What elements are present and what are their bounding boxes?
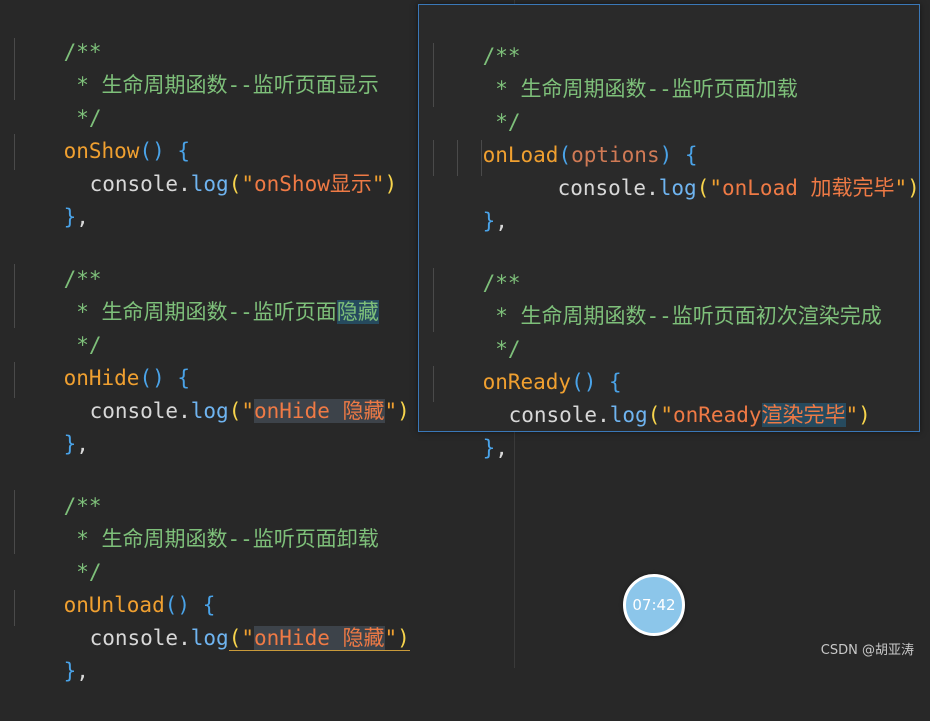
code-line[interactable]: * 生命周期函数--监听页面卸载 bbox=[13, 490, 379, 551]
recording-timer[interactable]: 07:42 bbox=[623, 574, 685, 636]
code-line[interactable]: }, bbox=[432, 399, 508, 460]
call-open: ( bbox=[696, 176, 710, 200]
string-quote: " bbox=[845, 403, 859, 427]
code-line[interactable]: console.log("onReady渲染完毕") bbox=[458, 366, 871, 427]
code-line[interactable]: */ bbox=[13, 296, 101, 357]
log-method: log bbox=[190, 626, 229, 650]
call-close: ) bbox=[858, 403, 871, 427]
dot: . bbox=[178, 399, 191, 423]
doc-comment-text: * 生命周期函数--监听页面显示 bbox=[63, 73, 379, 97]
call-open: ( bbox=[647, 403, 661, 427]
code-line[interactable]: onReady() { bbox=[432, 333, 622, 394]
string-quote: " bbox=[241, 626, 254, 651]
code-line[interactable]: console.log("onLoad 加载完毕") bbox=[507, 139, 920, 200]
dot: . bbox=[646, 176, 659, 200]
close-brace: } bbox=[482, 209, 496, 233]
doc-comment-text: * 生命周期函数--监听页面加载 bbox=[482, 77, 798, 101]
string-quote: " bbox=[384, 626, 398, 651]
console-object: console bbox=[89, 172, 179, 196]
code-line[interactable]: */ bbox=[432, 73, 520, 134]
code-line[interactable]: }, bbox=[13, 395, 89, 456]
close-brace: } bbox=[63, 659, 77, 683]
code-line[interactable]: console.log("onShow显示") bbox=[39, 135, 398, 196]
doc-comment-text: * 生命周期函数--监听页面初次渲染完成 bbox=[482, 304, 882, 328]
call-close: ) bbox=[384, 172, 398, 196]
console-object: console bbox=[89, 626, 179, 650]
comma: , bbox=[76, 432, 89, 456]
comma: , bbox=[495, 209, 508, 233]
code-line[interactable]: /** bbox=[13, 457, 102, 518]
code-line[interactable]: */ bbox=[13, 69, 101, 130]
call-open: ( bbox=[228, 399, 242, 423]
log-method: log bbox=[609, 403, 648, 427]
comma: , bbox=[76, 205, 89, 229]
code-line[interactable]: }, bbox=[13, 168, 89, 229]
code-line[interactable]: /** bbox=[432, 234, 521, 295]
code-line[interactable]: */ bbox=[432, 300, 520, 361]
string-quote: " bbox=[660, 403, 673, 427]
log-method: log bbox=[190, 172, 229, 196]
string-text: onHide 隐藏 bbox=[254, 626, 385, 651]
call-close: ) bbox=[397, 626, 410, 651]
doc-comment-text: * 生命周期函数--监听页面 bbox=[63, 300, 337, 324]
call-close: ) bbox=[397, 399, 410, 423]
dot: . bbox=[178, 172, 191, 196]
comma: , bbox=[76, 659, 89, 683]
code-line[interactable]: onShow() { bbox=[13, 102, 190, 163]
call-open: ( bbox=[228, 626, 242, 651]
close-brace: } bbox=[63, 432, 77, 456]
comma: , bbox=[495, 436, 508, 460]
string-text: onHide 隐藏 bbox=[254, 399, 385, 423]
code-line[interactable]: * 生命周期函数--监听页面初次渲染完成 bbox=[432, 267, 882, 328]
string-text-highlight: 渲染完毕 bbox=[761, 403, 846, 427]
code-line[interactable]: onHide() { bbox=[13, 329, 190, 390]
close-brace: } bbox=[63, 205, 77, 229]
hover-preview-popup[interactable]: /** * 生命周期函数--监听页面加载 */ onLoad(options) … bbox=[418, 4, 920, 460]
string-quote: " bbox=[384, 399, 398, 423]
log-method: log bbox=[658, 176, 697, 200]
code-line[interactable]: console.log("onHide 隐藏") bbox=[39, 589, 410, 651]
code-line[interactable]: * 生命周期函数--监听页面隐藏 bbox=[13, 263, 379, 324]
code-line[interactable]: */ bbox=[13, 523, 101, 584]
string-quote: " bbox=[371, 172, 385, 196]
dot: . bbox=[597, 403, 610, 427]
doc-comment-highlight: 隐藏 bbox=[336, 300, 379, 324]
code-line[interactable]: }, bbox=[13, 622, 89, 683]
console-object: console bbox=[89, 399, 179, 423]
close-brace: } bbox=[482, 436, 496, 460]
watermark: CSDN @胡亚涛 bbox=[820, 643, 914, 658]
code-line[interactable]: console.log("onHide 隐藏") bbox=[39, 362, 410, 423]
timer-label: 07:42 bbox=[632, 596, 676, 614]
dot: . bbox=[178, 626, 191, 650]
call-close: ) bbox=[907, 176, 920, 200]
log-method: log bbox=[190, 399, 229, 423]
code-line[interactable]: onLoad(options) { bbox=[432, 106, 698, 167]
code-line[interactable]: onUnload() { bbox=[13, 556, 216, 617]
code-line[interactable]: * 生命周期函数--监听页面加载 bbox=[432, 40, 798, 101]
string-quote: " bbox=[241, 172, 254, 196]
string-text: onReady bbox=[673, 403, 762, 427]
code-line[interactable]: }, bbox=[432, 172, 508, 233]
console-object: console bbox=[557, 176, 647, 200]
string-quote: " bbox=[894, 176, 908, 200]
string-text: onLoad 加载完毕 bbox=[722, 176, 895, 200]
string-quote: " bbox=[241, 399, 254, 423]
code-line[interactable]: /** bbox=[13, 230, 102, 291]
call-open: ( bbox=[228, 172, 242, 196]
doc-comment-text: * 生命周期函数--监听页面卸载 bbox=[63, 527, 379, 551]
string-quote: " bbox=[709, 176, 722, 200]
code-line[interactable]: * 生命周期函数--监听页面显示 bbox=[13, 36, 379, 97]
code-line[interactable]: /** bbox=[13, 3, 102, 64]
console-object: console bbox=[508, 403, 598, 427]
code-line[interactable]: /** bbox=[432, 7, 521, 68]
string-text: onShow显示 bbox=[254, 172, 372, 196]
